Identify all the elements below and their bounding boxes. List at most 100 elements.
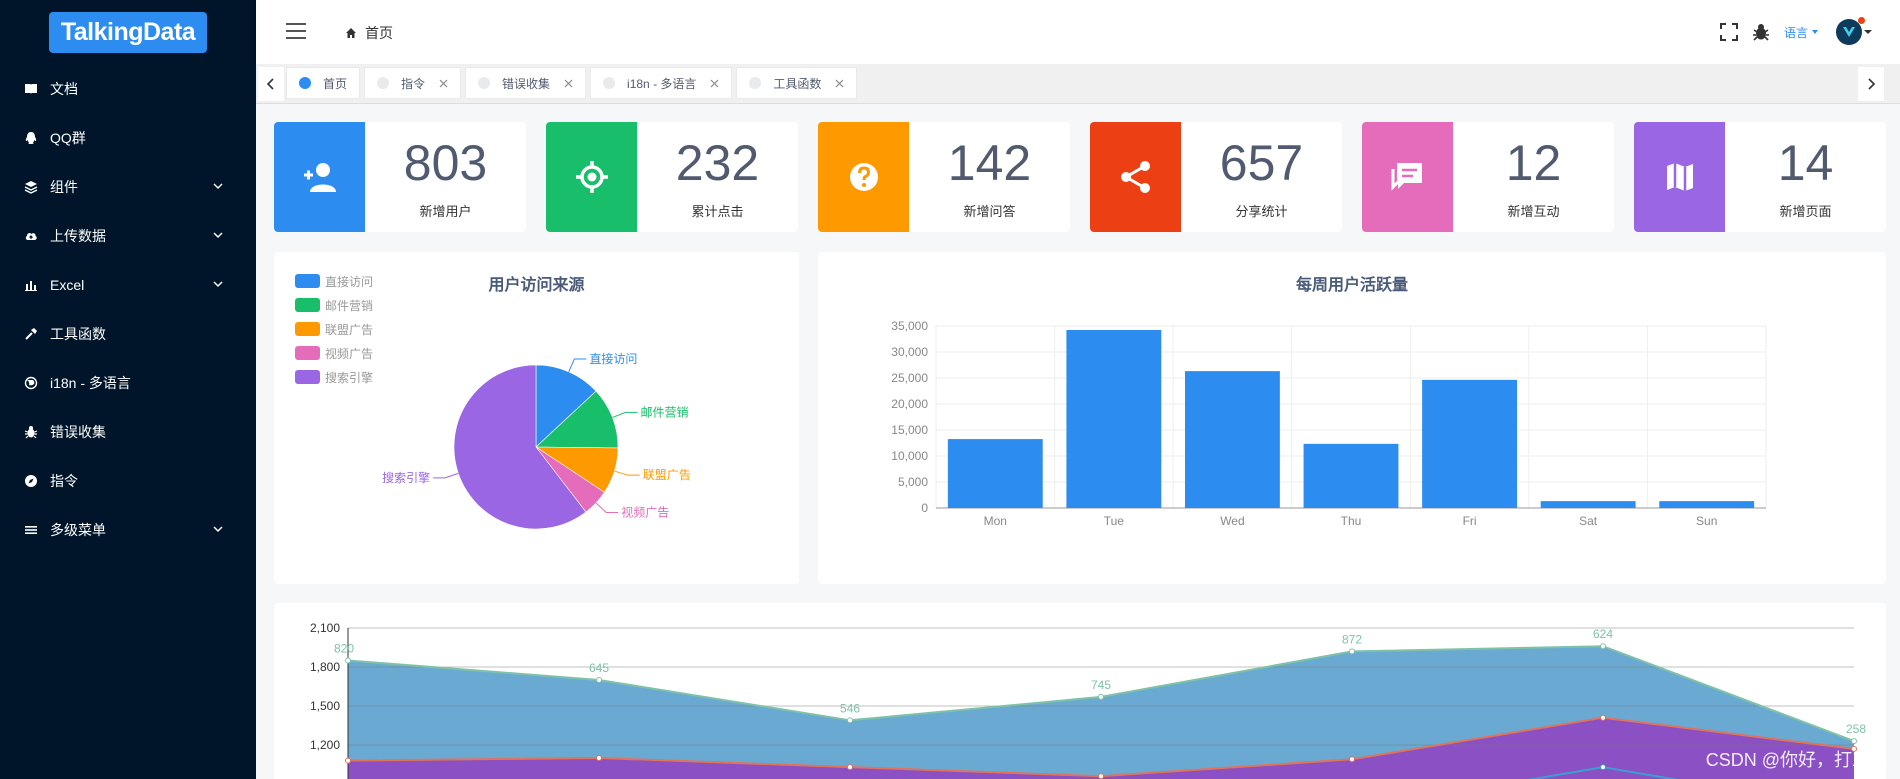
sidebar-item-3[interactable]: 上传数据	[0, 211, 256, 260]
sidebar-item-1[interactable]: QQ群	[0, 113, 256, 162]
home-icon	[346, 28, 356, 38]
logo[interactable]: TalkingData	[48, 11, 208, 53]
menu-icon	[25, 525, 37, 534]
area-point[interactable]	[1600, 764, 1606, 771]
bar-2[interactable]	[1185, 371, 1280, 508]
hammer-icon	[25, 327, 37, 340]
tag-3[interactable]: i18n - 多语言	[590, 67, 733, 99]
breadcrumb: 首页	[345, 23, 393, 43]
area-point[interactable]	[847, 717, 853, 724]
language-selector[interactable]: 语言	[1784, 24, 1822, 41]
header: 首页 语言	[256, 0, 1900, 64]
tag-label: 指令	[401, 76, 426, 91]
watermark: CSDN @你好，打工人	[1705, 750, 1888, 770]
info-card-2[interactable]: 142 新增问答	[818, 122, 1070, 232]
tag-1[interactable]: 指令	[364, 67, 462, 99]
close-icon[interactable]	[835, 79, 844, 88]
info-card-label: 新增互动	[1507, 203, 1560, 219]
info-card-label: 累计点击	[691, 203, 744, 219]
sidebar-item-label: QQ群	[50, 129, 86, 146]
area-point[interactable]	[847, 764, 853, 771]
info-card-body: 142 新增问答	[909, 122, 1070, 232]
pie-slice-label: 邮件营销	[641, 405, 689, 419]
info-card-4[interactable]: 12 新增互动	[1362, 122, 1614, 232]
sidebar-item-5[interactable]: 工具函数	[0, 309, 256, 358]
sidebar-item-label: 文档	[50, 80, 78, 97]
tag-0[interactable]: 首页	[286, 67, 361, 99]
tag-status-dot	[478, 77, 491, 89]
cloud-upload-icon	[25, 232, 37, 240]
close-icon[interactable]	[710, 79, 719, 88]
bar-x-tick: Sat	[1579, 514, 1598, 528]
info-card-icon-box	[1090, 122, 1181, 232]
bar-y-tick: 25,000	[891, 371, 928, 385]
info-card-5[interactable]: 14 新增页面	[1634, 122, 1886, 232]
tag-label: 错误收集	[502, 76, 551, 91]
pie-chart-panel: 用户访问来源 直接访问 邮件营销 联盟广告 视频广告 搜索引擎 直接访问 邮件营销 联盟广告…	[274, 252, 799, 584]
user-menu[interactable]	[1836, 17, 1874, 45]
bar-3[interactable]	[1303, 443, 1399, 508]
info-card-icon-box	[1634, 122, 1725, 232]
info-card-1[interactable]: 232 累计点击	[546, 122, 798, 232]
area-point[interactable]	[1349, 756, 1355, 763]
bar-chart: 0 5,000 10,000 15,000 20,000 25,000 30,000 35,0…	[891, 319, 1767, 528]
area-y-tick: 2,100	[310, 621, 340, 635]
sidebar-item-9[interactable]: 多级菜单	[0, 505, 256, 554]
sidebar-item-0[interactable]: 文档	[0, 64, 256, 113]
bar-6[interactable]	[1659, 501, 1755, 508]
sidebar: TalkingData 文档 QQ群组件 上传数据 Excel 工具函数 i18n - 多…	[0, 0, 256, 779]
area-data-label: 872	[1342, 632, 1362, 646]
tag-2[interactable]: 错误收集	[465, 67, 587, 99]
sidebar-item-7[interactable]: 错误收集	[0, 407, 256, 456]
share-icon	[1120, 161, 1150, 193]
area-data-label: 745	[1091, 678, 1111, 692]
logo-area: TalkingData	[0, 0, 256, 64]
sidebar-item-8[interactable]: 指令	[0, 456, 256, 505]
area-point[interactable]	[596, 677, 602, 683]
sidebar-item-6[interactable]: i18n - 多语言	[0, 358, 256, 407]
area-point[interactable]	[596, 755, 602, 761]
area-data-label: 820	[334, 642, 354, 656]
menu-toggle-icon[interactable]	[286, 22, 308, 40]
pie-slice-label: 视频广告	[621, 504, 669, 519]
compass-icon	[25, 474, 37, 487]
sidebar-item-label: 指令	[50, 472, 78, 489]
book-icon	[25, 83, 37, 94]
info-card-0[interactable]: 803 新增用户	[274, 122, 526, 232]
tags-scroll-right-button[interactable]	[1858, 67, 1884, 101]
bug-icon[interactable]	[1752, 23, 1770, 41]
area-chart-panel: 1,200 1,500 1,800 2,100 820 645 546 745 872 624 25…	[274, 603, 1886, 779]
fullscreen-icon[interactable]	[1719, 23, 1738, 41]
info-card-value: 232	[675, 134, 760, 191]
bar-x-tick: Fri	[1463, 514, 1477, 528]
area-point[interactable]	[1349, 648, 1355, 655]
bar-5[interactable]	[1540, 501, 1636, 508]
close-icon[interactable]	[564, 79, 573, 88]
bar-0[interactable]	[947, 439, 1043, 508]
bar-1[interactable]	[1066, 329, 1162, 508]
pie-label-line	[595, 502, 619, 513]
bar-y-tick: 10,000	[891, 449, 928, 463]
area-point[interactable]	[345, 757, 351, 764]
close-icon[interactable]	[439, 79, 448, 88]
tags-scroll-left-button[interactable]	[258, 67, 284, 101]
pie-label-line	[433, 472, 459, 479]
qq-icon	[25, 131, 37, 144]
chat-icon	[1391, 163, 1422, 191]
sidebar-item-4[interactable]: Excel	[0, 260, 256, 309]
breadcrumb-home[interactable]: 首页	[365, 23, 393, 43]
avatar[interactable]	[1836, 17, 1865, 45]
area-point[interactable]	[1600, 714, 1606, 721]
info-card-value: 142	[947, 134, 1032, 191]
info-card-3[interactable]: 657 分享统计	[1090, 122, 1342, 232]
sidebar-item-2[interactable]: 组件	[0, 162, 256, 211]
bar-4[interactable]	[1422, 379, 1517, 508]
info-card-value: 657	[1219, 134, 1304, 191]
area-point[interactable]	[1098, 773, 1104, 779]
chevron-down-icon	[213, 281, 223, 288]
area-point[interactable]	[1098, 693, 1104, 700]
area-point[interactable]	[1600, 643, 1606, 650]
tag-4[interactable]: 工具函数	[736, 67, 858, 99]
area-point[interactable]	[1851, 738, 1857, 745]
area-point[interactable]	[345, 657, 351, 664]
